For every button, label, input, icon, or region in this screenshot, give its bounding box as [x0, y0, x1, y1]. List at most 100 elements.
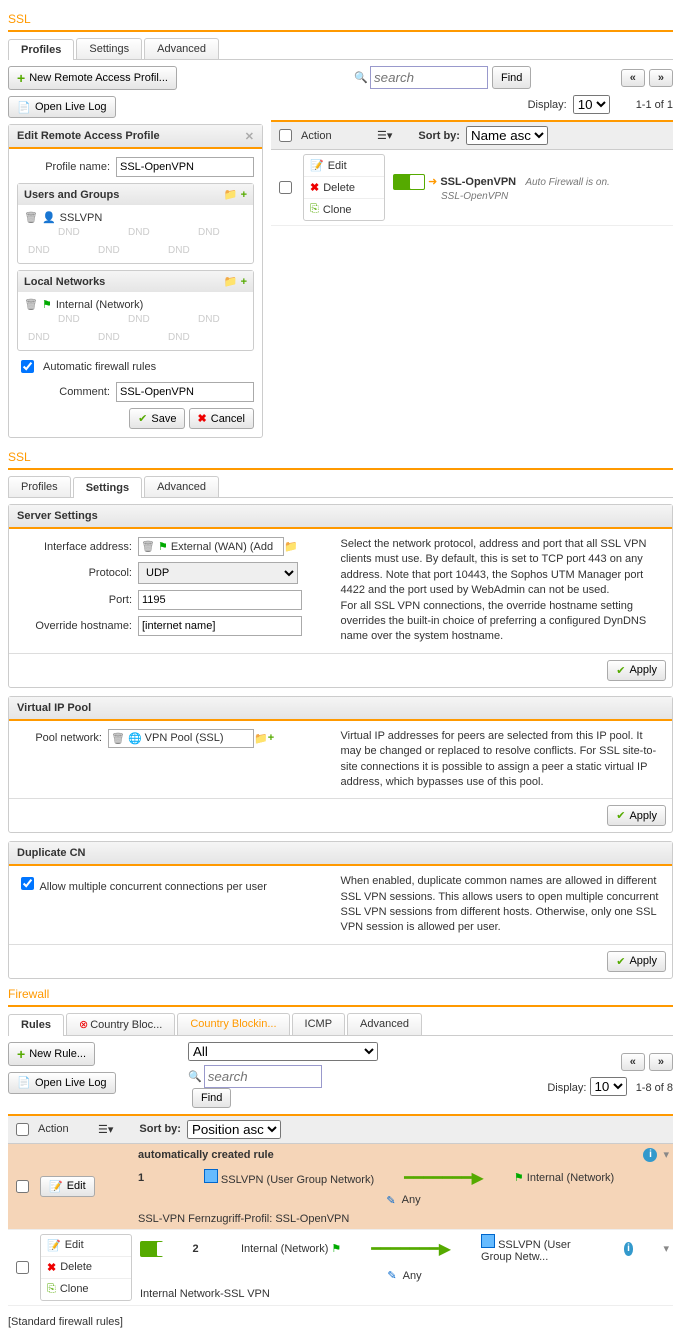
pool-value[interactable]: VPN Pool (SSL) — [145, 732, 224, 744]
edit-icon: 📝 — [49, 1180, 63, 1193]
folder-icon[interactable]: 📁 — [254, 732, 268, 745]
filter-select[interactable]: All — [188, 1042, 378, 1061]
delete-action[interactable]: ✖Delete — [41, 1257, 131, 1279]
server-help: Select the network protocol, address and… — [341, 537, 665, 645]
port-field[interactable] — [138, 590, 302, 610]
rule-row-2: 📝Edit ✖Delete ⎘Clone 2 Internal (Network… — [8, 1230, 673, 1306]
next-page[interactable]: » — [649, 69, 673, 87]
arrow-icon: ━━━━━━━▶ — [371, 1239, 451, 1259]
save-button[interactable]: ✔Save — [129, 408, 185, 429]
prev-page[interactable]: « — [621, 1053, 645, 1071]
ug-item[interactable]: SSLVPN — [60, 212, 103, 224]
new-profile-button[interactable]: +New Remote Access Profil... — [8, 66, 177, 90]
open-log-button[interactable]: 📄Open Live Log — [8, 1072, 116, 1094]
toggle[interactable] — [140, 1241, 163, 1257]
edit-action[interactable]: 📝Edit — [41, 1235, 131, 1257]
next-page[interactable]: » — [649, 1053, 673, 1071]
add-icon[interactable]: + — [241, 189, 247, 201]
select-all[interactable] — [16, 1123, 29, 1136]
rule-name: automatically created rule — [138, 1149, 274, 1161]
tab-settings2[interactable]: Settings — [73, 477, 142, 498]
new-rule-button[interactable]: +New Rule... — [8, 1042, 95, 1066]
tab-cb1[interactable]: ⊗Country Bloc... — [66, 1013, 175, 1035]
apply-button[interactable]: ✔Apply — [607, 805, 666, 826]
chevron-down-icon[interactable]: ▾ — [663, 1242, 669, 1255]
add-icon[interactable]: + — [241, 276, 247, 288]
find-button[interactable]: Find — [192, 1088, 231, 1108]
find-button[interactable]: Find — [492, 66, 531, 89]
row-checkbox[interactable] — [16, 1180, 29, 1193]
action-menu-icon[interactable]: ☰▾ — [98, 1123, 113, 1136]
display-select[interactable]: 10 — [573, 95, 610, 114]
dup-checkbox[interactable] — [21, 877, 34, 890]
sort-select[interactable]: Position asc — [187, 1120, 281, 1139]
users-groups-box: Users and Groups📁 + 🗑👤SSLVPN DNDDNDDND D… — [17, 183, 254, 264]
trash-icon[interactable]: 🗑 — [141, 540, 155, 553]
row-checkbox[interactable] — [279, 181, 292, 194]
apply-button[interactable]: ✔Apply — [607, 951, 666, 972]
dup-help: When enabled, duplicate common names are… — [341, 874, 665, 936]
folder-icon[interactable]: 📁 — [284, 540, 298, 553]
clone-action[interactable]: ⎘Clone — [41, 1279, 131, 1300]
rule-src: Internal (Network) — [241, 1243, 328, 1255]
info-icon[interactable]: i — [643, 1148, 657, 1162]
profile-name[interactable]: SSL-OpenVPN — [440, 175, 516, 187]
trash-icon[interactable]: 🗑 — [111, 732, 125, 745]
delete-icon: ✖ — [310, 181, 319, 194]
comment-field[interactable] — [116, 382, 254, 402]
tab-profiles[interactable]: Profiles — [8, 39, 74, 60]
close-icon[interactable]: ✕ — [245, 130, 254, 143]
trash-icon[interactable]: 🗑 — [24, 211, 38, 224]
prev-page[interactable]: « — [621, 69, 645, 87]
apply-button[interactable]: ✔Apply — [607, 660, 666, 681]
clone-action[interactable]: ⎘Clone — [304, 199, 384, 220]
tab-advanced[interactable]: Advanced — [144, 38, 219, 59]
auto-fw-checkbox[interactable] — [21, 360, 34, 373]
action-menu-icon[interactable]: ☰▾ — [377, 129, 392, 142]
proto-select[interactable]: UDP — [138, 562, 298, 584]
cancel-button[interactable]: ✖Cancel — [189, 408, 254, 429]
chevron-down-icon[interactable]: ▾ — [663, 1148, 669, 1161]
iface-value[interactable]: External (WAN) (Add — [171, 541, 273, 553]
vip-help: Virtual IP addresses for peers are selec… — [341, 729, 665, 791]
folder-icon[interactable]: 📁 — [224, 189, 238, 201]
profile-name-field[interactable] — [116, 157, 254, 177]
pool-label: Pool network: — [17, 732, 102, 744]
check-icon: ✔ — [616, 809, 625, 822]
row-menu: 📝Edit ✖Delete ⎘Clone — [303, 154, 385, 221]
search-icon: 🔍 — [188, 1070, 202, 1083]
ln-item[interactable]: Internal (Network) — [56, 299, 143, 311]
edit-action[interactable]: 📝Edit — [304, 155, 384, 177]
trash-icon[interactable]: 🗑 — [24, 298, 38, 311]
edit-icon: 📝 — [310, 159, 324, 172]
rule-note: Internal Network-SSL VPN — [140, 1288, 669, 1300]
tab-profiles2[interactable]: Profiles — [8, 476, 71, 497]
edit-icon: 📝 — [47, 1239, 61, 1252]
search-input[interactable] — [204, 1065, 322, 1088]
info-icon[interactable]: i — [624, 1242, 634, 1256]
check-icon: ✔ — [616, 664, 625, 677]
oh-field[interactable] — [138, 616, 302, 636]
folder-icon[interactable]: 📁 — [224, 276, 238, 288]
open-log-button[interactable]: 📄Open Live Log — [8, 96, 116, 118]
cross-icon: ✖ — [198, 412, 207, 425]
tab-advanced2[interactable]: Advanced — [144, 476, 219, 497]
add-icon[interactable]: + — [268, 732, 274, 744]
display-label: Display: — [528, 99, 567, 111]
display-select[interactable]: 10 — [590, 1077, 627, 1096]
tab-rules[interactable]: Rules — [8, 1014, 64, 1036]
tab-settings[interactable]: Settings — [76, 38, 142, 59]
search-input[interactable] — [370, 66, 488, 89]
edit-action[interactable]: 📝Edit — [40, 1176, 95, 1197]
firewall-title: Firewall — [8, 987, 673, 1001]
select-all[interactable] — [279, 129, 292, 142]
tab-icmp[interactable]: ICMP — [292, 1013, 346, 1035]
delete-icon: ✖ — [47, 1261, 56, 1274]
delete-action[interactable]: ✖Delete — [304, 177, 384, 199]
iface-label: Interface address: — [17, 541, 132, 553]
sort-select[interactable]: Name asc — [466, 126, 548, 145]
toggle[interactable] — [393, 174, 425, 190]
tab-cb2[interactable]: Country Blockin... — [177, 1013, 289, 1035]
tab-adv[interactable]: Advanced — [347, 1013, 422, 1035]
row-checkbox[interactable] — [16, 1261, 29, 1274]
